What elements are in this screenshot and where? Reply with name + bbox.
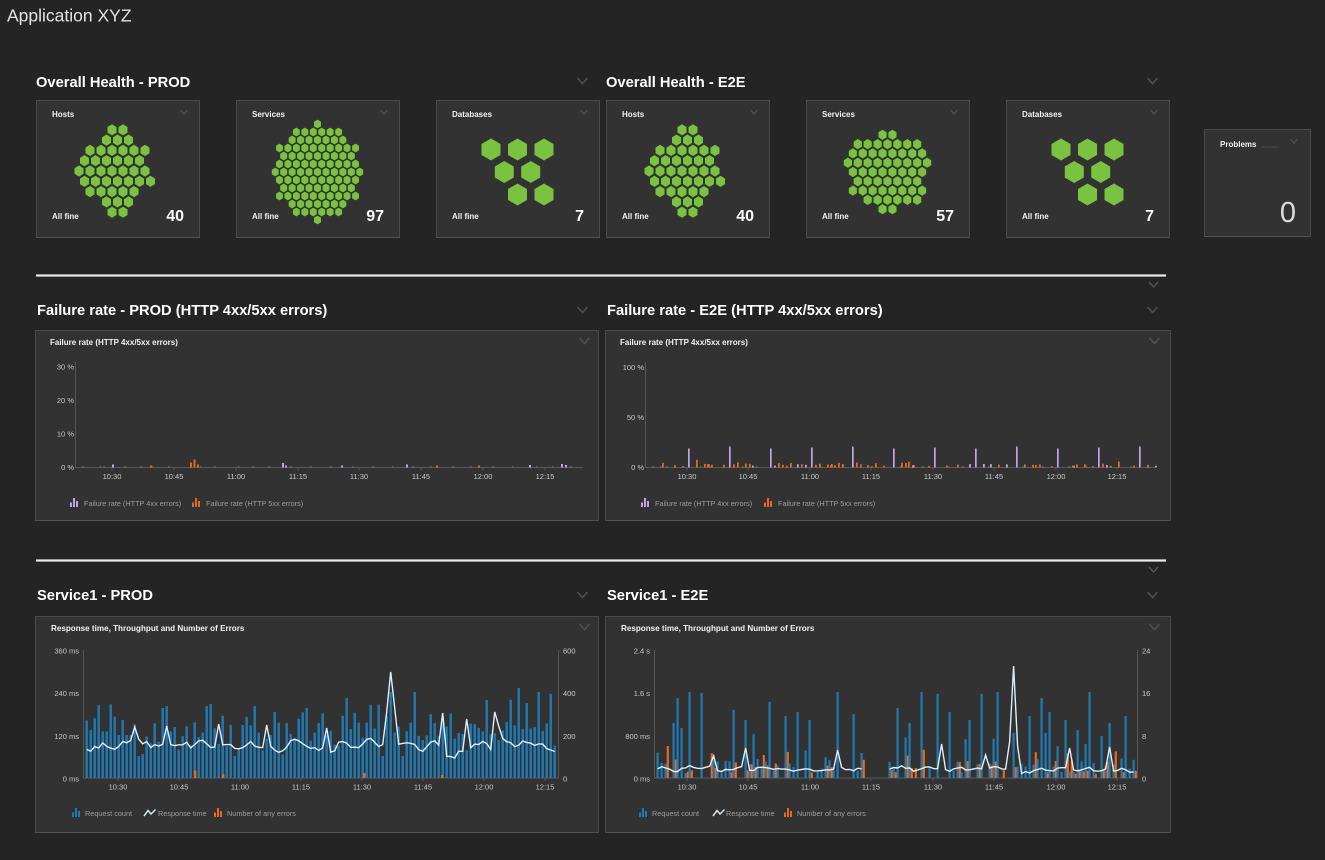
svg-text:12:15: 12:15	[1108, 472, 1127, 481]
svg-text:Request count: Request count	[85, 809, 132, 818]
svg-text:16: 16	[1142, 689, 1150, 698]
svg-text:Response time: Response time	[158, 809, 207, 818]
svg-text:11:30: 11:30	[924, 472, 942, 481]
svg-text:Request count: Request count	[652, 809, 699, 818]
svg-text:0 %: 0 %	[631, 463, 644, 472]
svg-text:Failure rate (HTTP 5xx errors): Failure rate (HTTP 5xx errors)	[206, 499, 303, 508]
svg-text:7: 7	[575, 208, 584, 225]
svg-text:10:30: 10:30	[103, 472, 122, 481]
svg-text:8: 8	[1142, 732, 1146, 741]
svg-text:11:00: 11:00	[227, 472, 245, 481]
svg-text:12:15: 12:15	[536, 472, 555, 481]
svg-text:Failure rate (HTTP 5xx errors): Failure rate (HTTP 5xx errors)	[778, 499, 875, 508]
svg-text:57: 57	[936, 208, 954, 225]
svg-text:1.6 s: 1.6 s	[634, 689, 651, 698]
svg-text:12:00: 12:00	[1047, 472, 1066, 481]
svg-text:50 %: 50 %	[627, 413, 644, 422]
svg-text:Failure rate (HTTP 4xx/5xx err: Failure rate (HTTP 4xx/5xx errors)	[50, 338, 178, 347]
svg-text:240 ms: 240 ms	[54, 689, 79, 698]
svg-text:10:30: 10:30	[678, 472, 697, 481]
svg-text:Databases: Databases	[452, 110, 493, 119]
svg-text:12:00: 12:00	[474, 472, 493, 481]
svg-text:Number of any errors: Number of any errors	[797, 809, 866, 818]
svg-text:Hosts: Hosts	[622, 110, 645, 119]
svg-text:All fine: All fine	[252, 212, 279, 221]
svg-text:Failure rate - PROD (HTTP 4xx/: Failure rate - PROD (HTTP 4xx/5xx errors…	[37, 303, 327, 319]
svg-text:0: 0	[563, 775, 567, 784]
svg-text:12:15: 12:15	[536, 783, 555, 792]
svg-text:11:45: 11:45	[985, 783, 1003, 792]
svg-text:11:15: 11:15	[862, 472, 880, 481]
svg-text:10:45: 10:45	[165, 472, 184, 481]
svg-text:Overall Health - E2E: Overall Health - E2E	[606, 75, 746, 91]
svg-text:12:15: 12:15	[1108, 783, 1127, 792]
svg-text:11:30: 11:30	[924, 783, 942, 792]
svg-text:10:30: 10:30	[678, 783, 697, 792]
svg-text:10:45: 10:45	[170, 783, 189, 792]
svg-text:11:00: 11:00	[231, 783, 249, 792]
svg-text:20 %: 20 %	[57, 396, 74, 405]
svg-text:10:30: 10:30	[109, 783, 128, 792]
svg-text:12:00: 12:00	[1047, 783, 1066, 792]
svg-text:10:45: 10:45	[739, 783, 758, 792]
svg-text:Failure rate (HTTP 4xx errors): Failure rate (HTTP 4xx errors)	[655, 499, 752, 508]
svg-text:Response time, Throughput and: Response time, Throughput and Number of …	[51, 624, 245, 633]
svg-text:All fine: All fine	[622, 212, 649, 221]
svg-text:11:45: 11:45	[414, 783, 432, 792]
svg-text:600: 600	[563, 647, 576, 656]
svg-text:7: 7	[1145, 208, 1154, 225]
svg-text:Service1 - E2E: Service1 - E2E	[607, 588, 708, 604]
svg-text:11:00: 11:00	[801, 783, 819, 792]
svg-text:Databases: Databases	[1022, 110, 1063, 119]
svg-text:11:15: 11:15	[292, 783, 310, 792]
svg-text:360 ms: 360 ms	[54, 647, 79, 656]
svg-text:11:30: 11:30	[350, 472, 368, 481]
svg-text:Services: Services	[252, 110, 285, 119]
svg-text:10 %: 10 %	[57, 430, 74, 439]
svg-text:200: 200	[563, 732, 576, 741]
svg-text:Service1 - PROD: Service1 - PROD	[37, 588, 153, 604]
svg-text:40: 40	[166, 208, 184, 225]
svg-text:Failure rate - E2E (HTTP 4xx/5: Failure rate - E2E (HTTP 4xx/5xx errors)	[607, 303, 883, 319]
svg-text:Services: Services	[822, 110, 855, 119]
svg-text:120 ms: 120 ms	[54, 732, 79, 741]
svg-text:800 ms: 800 ms	[625, 732, 650, 741]
svg-text:10:45: 10:45	[739, 472, 758, 481]
svg-text:0 ms: 0 ms	[63, 775, 80, 784]
svg-text:11:45: 11:45	[412, 472, 430, 481]
svg-text:Problems: Problems	[1220, 140, 1257, 149]
svg-text:Hosts: Hosts	[52, 110, 75, 119]
svg-text:All fine: All fine	[452, 212, 479, 221]
svg-text:Response time, Throughput and: Response time, Throughput and Number of …	[621, 624, 815, 633]
svg-text:11:45: 11:45	[985, 472, 1003, 481]
svg-text:Overall Health - PROD: Overall Health - PROD	[36, 75, 190, 91]
svg-text:100 %: 100 %	[623, 363, 645, 372]
svg-text:97: 97	[366, 208, 384, 225]
svg-text:11:00: 11:00	[801, 472, 819, 481]
svg-text:All fine: All fine	[52, 212, 79, 221]
svg-text:All fine: All fine	[1022, 212, 1049, 221]
svg-text:12:00: 12:00	[475, 783, 494, 792]
svg-text:0: 0	[1142, 775, 1146, 784]
svg-text:0 %: 0 %	[61, 463, 74, 472]
svg-text:40: 40	[736, 208, 754, 225]
svg-text:Number of any errors: Number of any errors	[227, 809, 296, 818]
svg-text:2.4 s: 2.4 s	[634, 647, 651, 656]
svg-text:11:30: 11:30	[353, 783, 371, 792]
svg-text:24: 24	[1142, 647, 1150, 656]
svg-text:30 %: 30 %	[57, 363, 74, 372]
svg-text:Response time: Response time	[726, 809, 775, 818]
svg-text:All fine: All fine	[822, 212, 849, 221]
svg-text:11:15: 11:15	[289, 472, 307, 481]
svg-text:400: 400	[563, 689, 576, 698]
svg-text:0 ms: 0 ms	[634, 775, 651, 784]
svg-text:Failure rate (HTTP 4xx/5xx err: Failure rate (HTTP 4xx/5xx errors)	[620, 338, 748, 347]
svg-text:Failure rate (HTTP 4xx errors): Failure rate (HTTP 4xx errors)	[84, 499, 181, 508]
svg-text:11:15: 11:15	[862, 783, 880, 792]
svg-text:0: 0	[1280, 197, 1296, 229]
svg-text:Application XYZ: Application XYZ	[7, 6, 132, 26]
